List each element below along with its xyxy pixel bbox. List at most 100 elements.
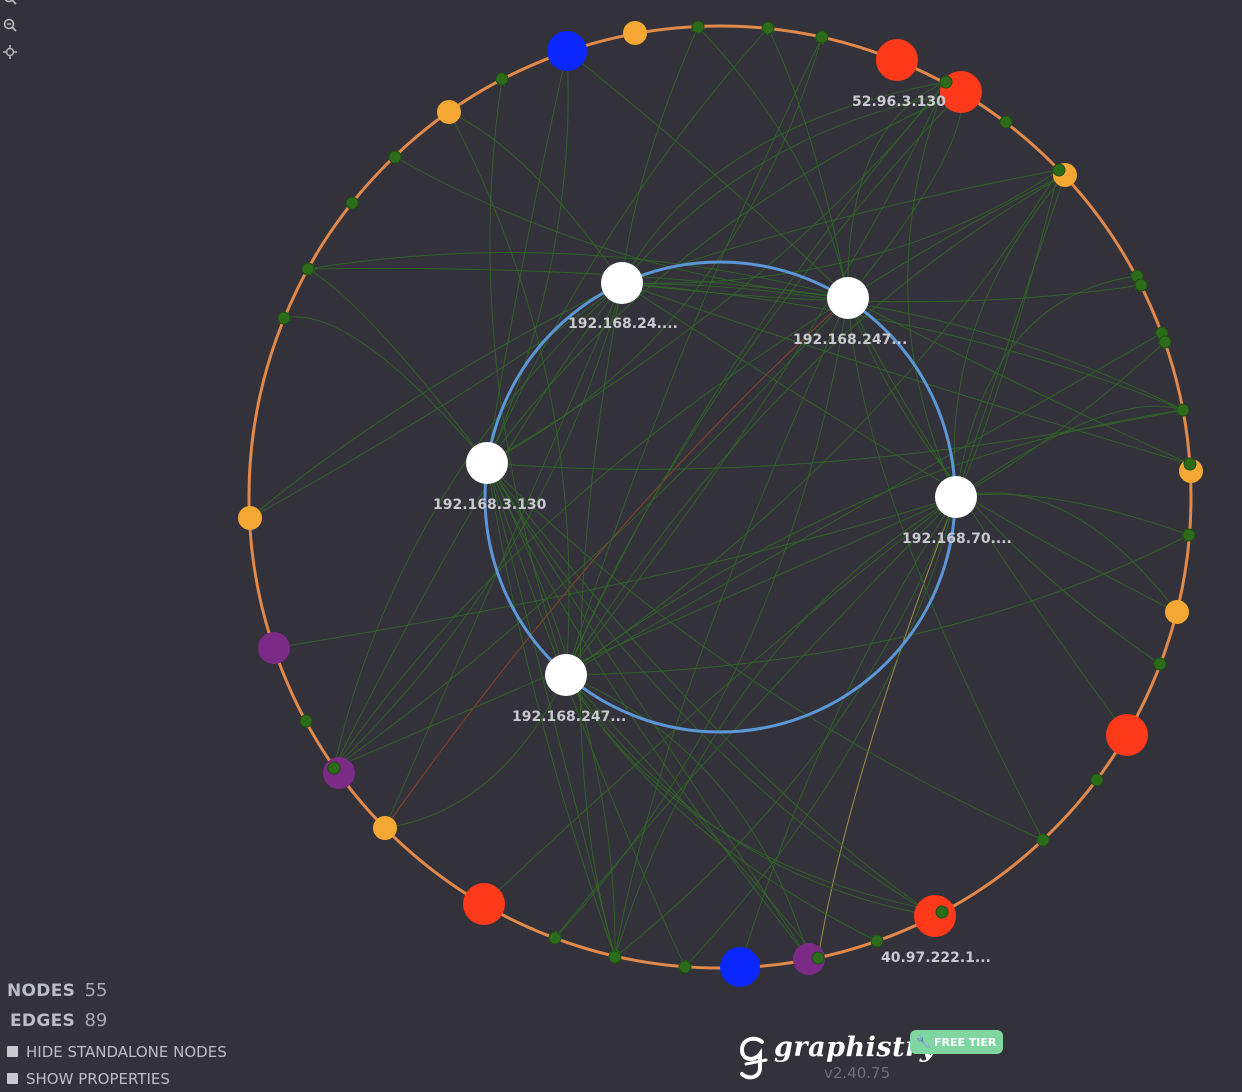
- nodes-value: 55: [84, 980, 108, 1001]
- node-label: 192.168.247...: [793, 332, 907, 348]
- graph-edge: [383, 674, 567, 832]
- graph-node[interactable]: [545, 654, 587, 696]
- free-tier-label: FREE TIER: [933, 1035, 997, 1049]
- node-label: 52.96.3.130: [852, 94, 946, 110]
- graph-edge: [565, 534, 1191, 676]
- graph-node[interactable]: [1165, 600, 1189, 624]
- labels-layer: 52.96.3.130 192.168.24.... 192.168.247..…: [433, 94, 1012, 966]
- graph-edge: [332, 297, 849, 770]
- graph-edge: [565, 406, 1185, 676]
- graph-edge: [847, 297, 1044, 842]
- graph-edge: [486, 80, 948, 464]
- graph-node[interactable]: [1176, 403, 1190, 417]
- graph-edge: [332, 496, 957, 770]
- graph-node[interactable]: [301, 262, 315, 276]
- brand-version: v2.40.75: [824, 1064, 891, 1082]
- graph-node[interactable]: [601, 262, 643, 304]
- graph-edge: [486, 407, 1185, 470]
- graph-node[interactable]: [1134, 278, 1148, 292]
- graph-edge: [486, 49, 570, 464]
- graph-edge: [565, 332, 1164, 676]
- graph-node[interactable]: [345, 196, 359, 210]
- graph-node[interactable]: [1183, 457, 1197, 471]
- edges-value: 89: [84, 1010, 108, 1031]
- hide-standalone-label: HIDE STANDALONE NODES: [26, 1042, 227, 1061]
- checkbox[interactable]: [7, 1073, 18, 1084]
- graph-edge: [907, 80, 957, 498]
- graph-node[interactable]: [876, 39, 918, 81]
- graph-node[interactable]: [678, 960, 692, 974]
- graph-node[interactable]: [761, 21, 775, 35]
- small-nodes-layer: [277, 20, 1197, 974]
- graph-node[interactable]: [811, 951, 825, 965]
- graph-node[interactable]: [466, 442, 508, 484]
- graph-node[interactable]: [373, 816, 397, 840]
- graph-node[interactable]: [815, 30, 829, 44]
- edges-label: EDGES: [10, 1011, 76, 1031]
- graph-node[interactable]: [299, 714, 313, 728]
- edges-count: EDGES 89: [10, 1008, 227, 1038]
- graph-node[interactable]: [1036, 833, 1050, 847]
- graph-node[interactable]: [914, 895, 956, 937]
- brand: graphistry v2.40.75 🔧 FREE TIER: [736, 1030, 1006, 1086]
- graph-node[interactable]: [323, 757, 355, 789]
- graph-edge: [486, 49, 572, 464]
- stats-panel: NODES 55 EDGES 89 HIDE STANDALONE NODES …: [7, 978, 227, 1092]
- graph-node[interactable]: [1182, 528, 1196, 542]
- graph-canvas[interactable]: 52.96.3.130 192.168.24.... 192.168.247..…: [0, 0, 1242, 1088]
- hide-standalone-toggle[interactable]: HIDE STANDALONE NODES: [7, 1038, 227, 1065]
- graph-node[interactable]: [1106, 714, 1148, 756]
- node-label: 192.168.24....: [568, 316, 678, 332]
- graph-node[interactable]: [463, 883, 505, 925]
- free-tier-badge[interactable]: 🔧 FREE TIER: [910, 1030, 1004, 1054]
- graph-node[interactable]: [437, 100, 461, 124]
- graph-edge: [955, 492, 1179, 614]
- graph-edge: [696, 25, 849, 299]
- graph-edge: [621, 25, 700, 284]
- graph-node[interactable]: [327, 761, 341, 775]
- graph-node[interactable]: [935, 476, 977, 518]
- graph-edge: [553, 297, 849, 940]
- graph-node[interactable]: [827, 277, 869, 319]
- node-label: 192.168.70....: [902, 531, 1012, 547]
- graph-node[interactable]: [1153, 657, 1167, 671]
- graph-edge: [383, 297, 849, 830]
- graph-edge: [306, 264, 849, 299]
- graph-node[interactable]: [388, 150, 402, 164]
- graph-edge: [332, 297, 849, 770]
- graph-node[interactable]: [870, 934, 884, 948]
- graph-node[interactable]: [548, 931, 562, 945]
- graph-edge: [955, 272, 1139, 498]
- graph-node[interactable]: [258, 632, 290, 664]
- graph-node[interactable]: [720, 947, 760, 987]
- graph-node[interactable]: [623, 21, 647, 45]
- nodes-label: NODES: [7, 981, 76, 1001]
- graph-node[interactable]: [1090, 773, 1104, 787]
- graph-node[interactable]: [277, 311, 291, 325]
- graph-edge: [621, 282, 1192, 467]
- node-label: 192.168.247...: [512, 709, 626, 725]
- node-label: 192.168.3.130: [433, 497, 547, 513]
- graph-node[interactable]: [238, 506, 262, 530]
- graphistry-logo-icon: [736, 1034, 772, 1086]
- graph-edge: [847, 297, 1162, 666]
- graph-node[interactable]: [939, 75, 953, 89]
- node-label: 40.97.222.1...: [881, 950, 991, 966]
- graph-node[interactable]: [608, 950, 622, 964]
- graph-edge: [306, 267, 488, 464]
- graph-edge: [621, 79, 948, 284]
- graph-node[interactable]: [999, 115, 1013, 129]
- wrench-icon: 🔧: [916, 1035, 931, 1049]
- graph-node[interactable]: [1158, 335, 1172, 349]
- graph-node[interactable]: [547, 31, 587, 71]
- nodes-count: NODES 55: [7, 978, 227, 1008]
- graph-edge: [847, 90, 967, 299]
- checkbox[interactable]: [7, 1046, 18, 1057]
- graph-edge: [737, 496, 957, 969]
- graph-node[interactable]: [935, 905, 949, 919]
- show-properties-label: SHOW PROPERTIES: [26, 1069, 170, 1088]
- graph-node[interactable]: [1052, 163, 1066, 177]
- graph-node[interactable]: [495, 72, 509, 86]
- graph-edge: [621, 89, 963, 284]
- graph-node[interactable]: [691, 20, 705, 34]
